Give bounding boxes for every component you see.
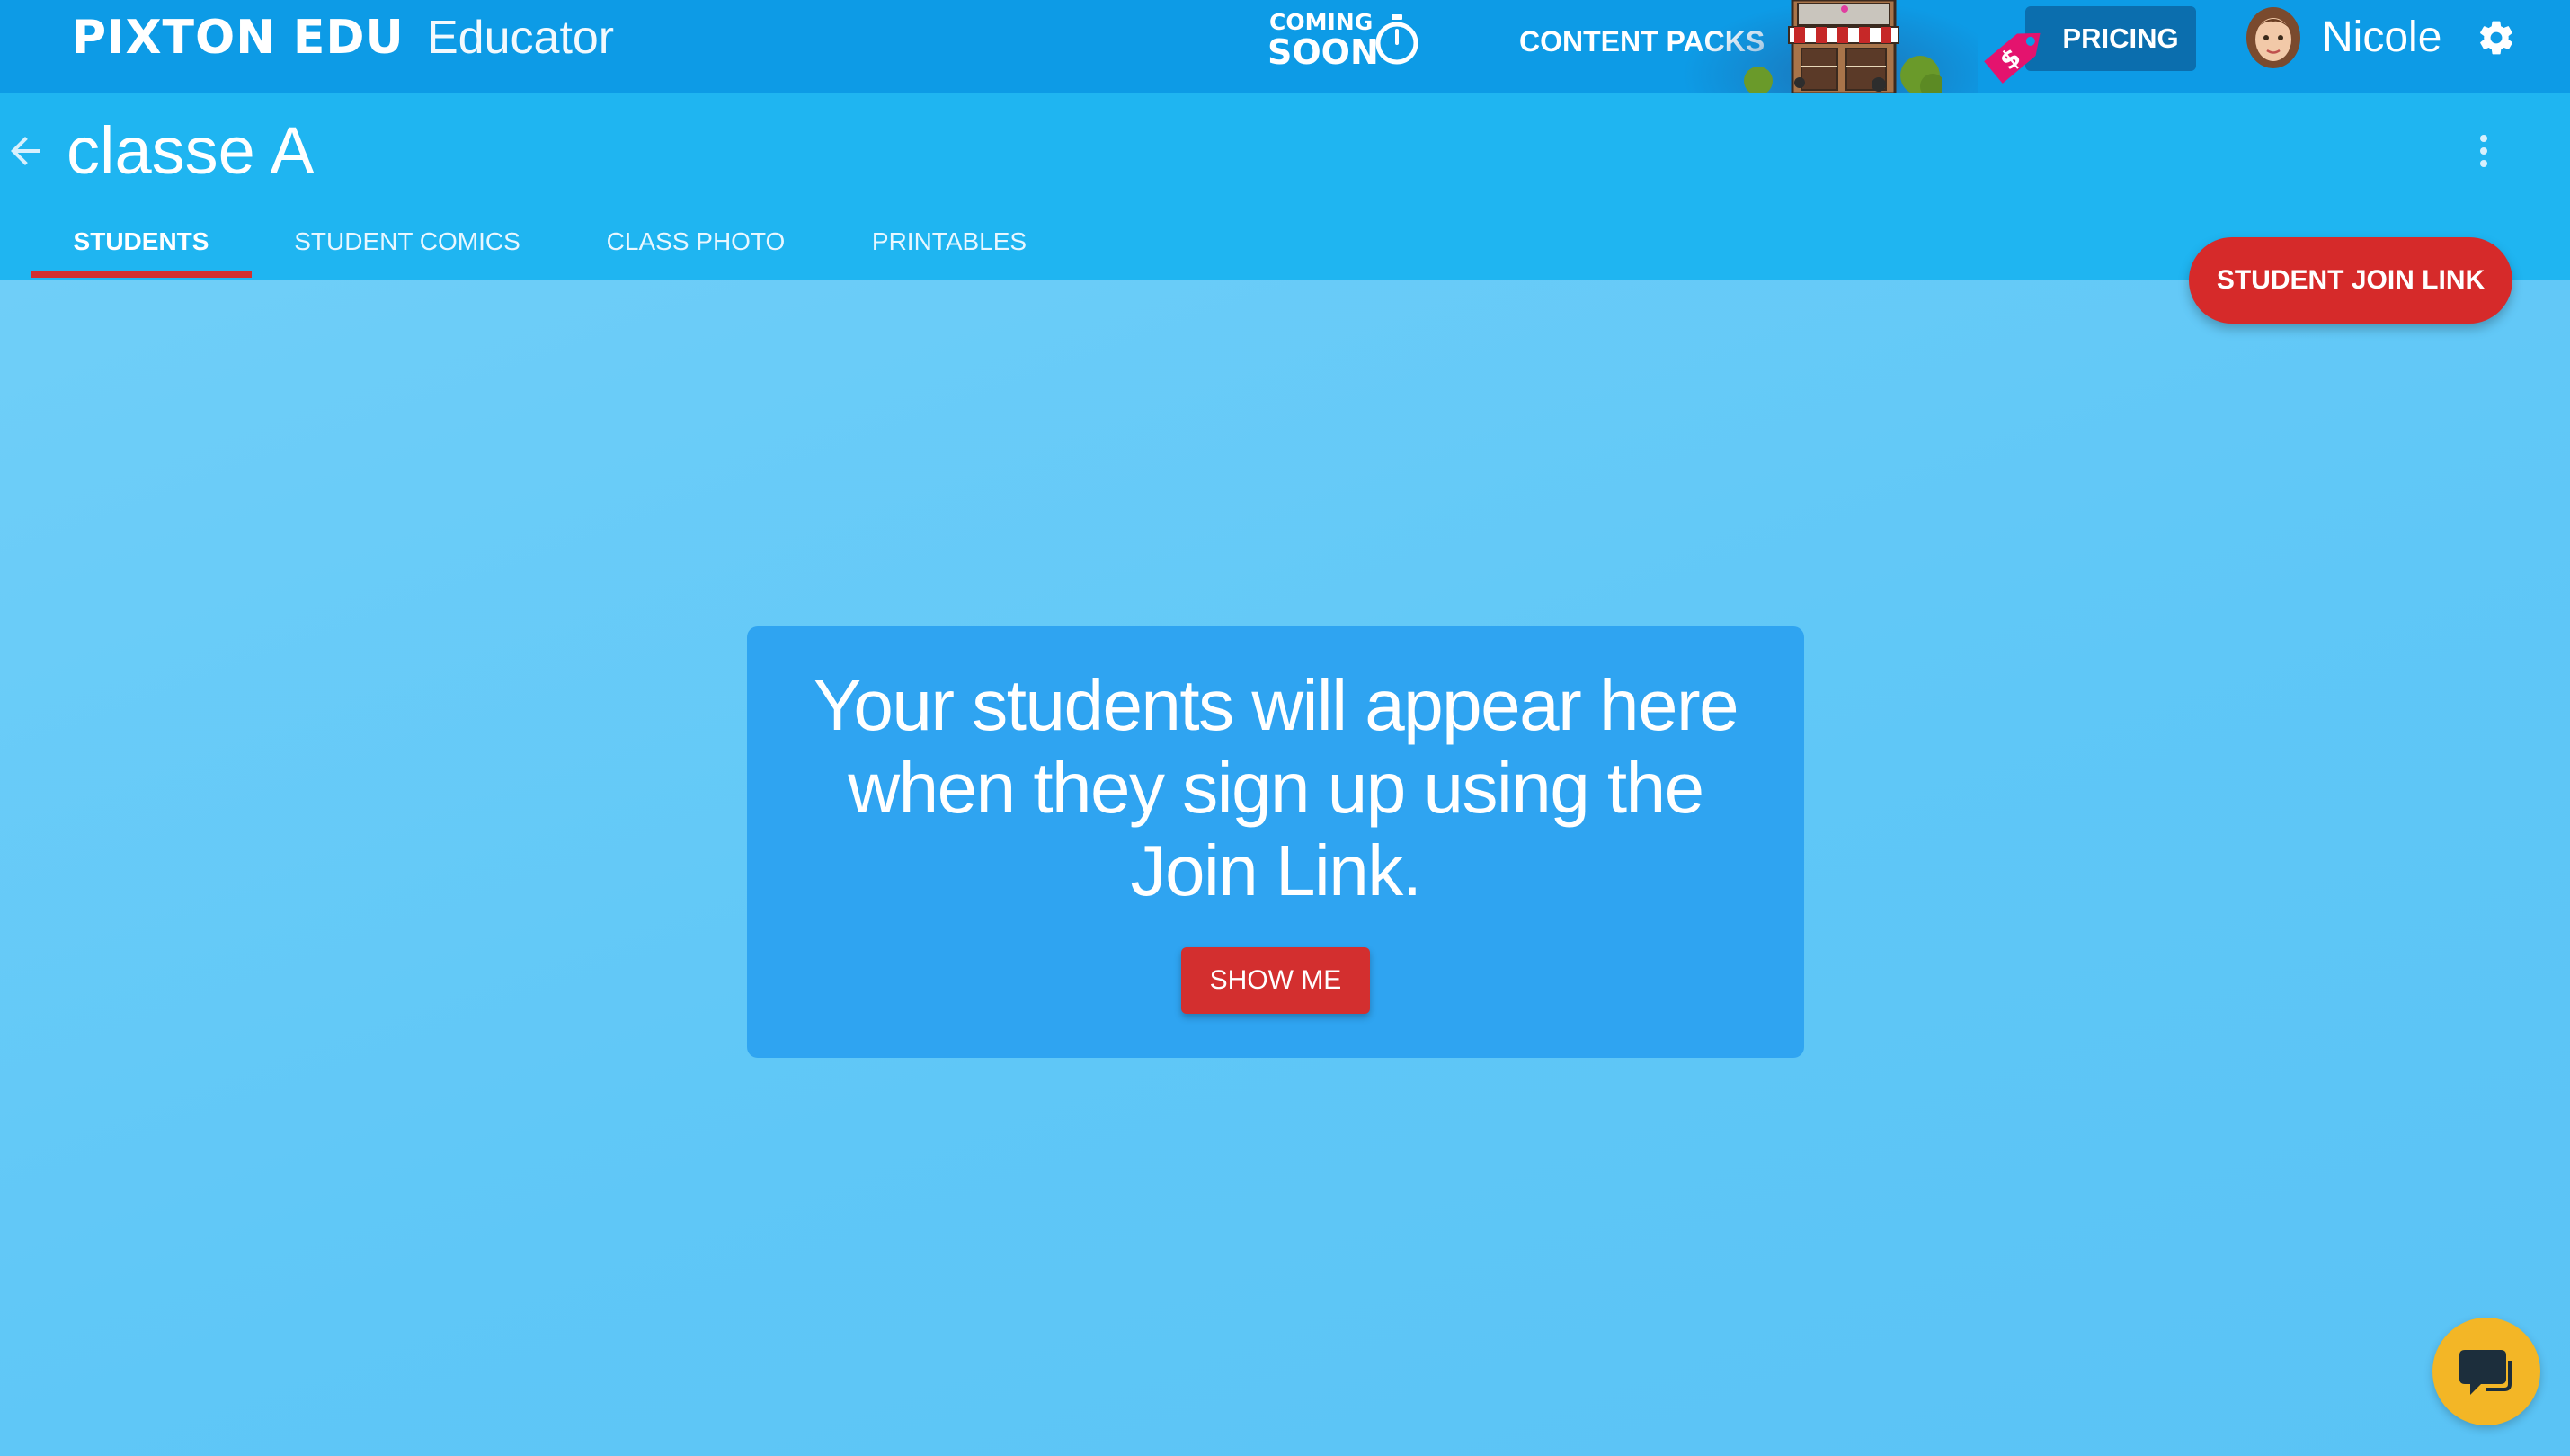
avatar[interactable]: [2243, 5, 2304, 70]
chat-icon: [2459, 1350, 2512, 1395]
empty-state-message: Your students will appear here when they…: [813, 665, 1739, 910]
timer-icon: [1375, 14, 1418, 65]
chat-button[interactable]: [2432, 1318, 2540, 1425]
show-me-button[interactable]: SHOW ME: [1181, 947, 1370, 1014]
top-bar: PIXTON EDU Educator COMING SOON CONTENT …: [0, 0, 2570, 93]
shop-icon[interactable]: [1744, 0, 1942, 93]
empty-state-card: Your students will appear here when they…: [747, 626, 1804, 1058]
coming-soon-line2: SOON: [1267, 32, 1379, 72]
class-title: classe A: [67, 113, 315, 188]
brand-role: Educator: [427, 12, 615, 64]
active-tab-indicator: [31, 271, 252, 278]
student-join-link-button[interactable]: STUDENT JOIN LINK: [2189, 237, 2512, 324]
coming-soon-line1: COMING: [1269, 9, 1374, 35]
back-arrow-icon[interactable]: [4, 129, 47, 173]
brand-logo[interactable]: PIXTON EDU: [72, 11, 405, 65]
more-vert-icon[interactable]: [2477, 133, 2491, 169]
tab-class-photo[interactable]: CLASS PHOTO: [584, 216, 807, 280]
gear-icon[interactable]: [2477, 18, 2516, 58]
tab-printables[interactable]: PRINTABLES: [849, 216, 1050, 280]
user-name[interactable]: Nicole: [2322, 13, 2441, 63]
tab-student-comics[interactable]: STUDENT COMICS: [279, 216, 536, 280]
price-tag-icon: $: [1984, 32, 2041, 84]
coming-soon-link[interactable]: COMING SOON: [1267, 7, 1420, 70]
